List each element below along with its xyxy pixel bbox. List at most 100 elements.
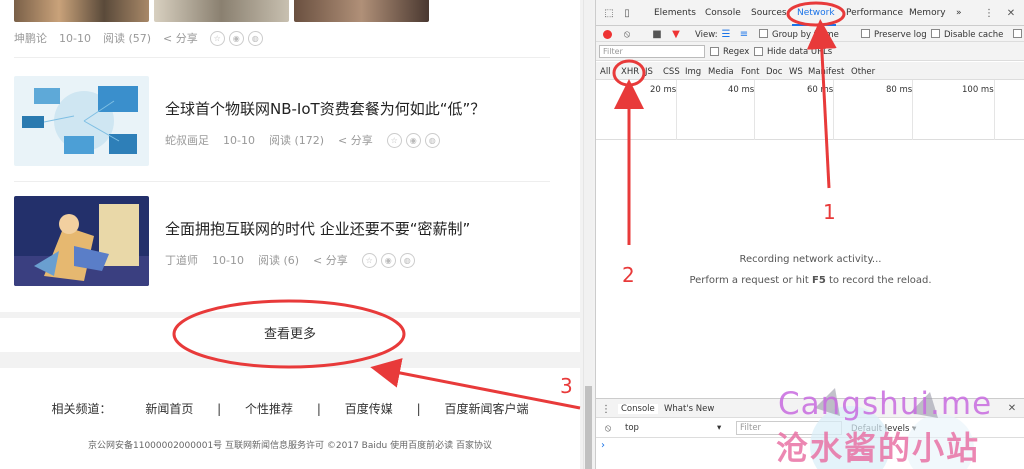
recording-message: Recording network activity...	[739, 254, 882, 265]
capture-screenshots-icon[interactable]: ■	[651, 28, 663, 40]
top-item-images[interactable]	[14, 0, 429, 22]
tab-sources[interactable]: Sources	[751, 8, 787, 18]
close-icon[interactable]: ✕	[1004, 6, 1018, 20]
news-feed: 坤鹏论 10-10 阅读 (57) < 分享 ☆ ◉ ◍ 全球首个物联网NB-I…	[0, 0, 580, 312]
tab-memory[interactable]: Memory	[909, 8, 946, 18]
record-icon[interactable]	[601, 28, 613, 40]
context-select[interactable]: top ▾	[622, 421, 728, 435]
gridline	[994, 80, 995, 140]
regex-checkbox[interactable]	[710, 47, 719, 56]
footer-link[interactable]: 百度新闻客户端	[444, 402, 528, 416]
type-ws[interactable]: WS	[789, 67, 803, 77]
top-item-image-1[interactable]	[14, 0, 149, 22]
share-button[interactable]: < 分享	[163, 30, 198, 46]
news-meta: 丁道师 10-10 阅读 (6) < 分享 ☆ ◉ ◍	[165, 252, 419, 268]
type-css[interactable]: CSS	[663, 67, 680, 77]
type-img[interactable]: Img	[685, 67, 701, 77]
news-item[interactable]: 全球首个物联网NB-IoT资费套餐为何如此“低”？ 蛇叔画足 10-10 阅读 …	[14, 76, 552, 166]
footer-separator: |	[217, 402, 222, 416]
watermark-line1: Cangshui.me	[778, 386, 993, 422]
type-manifest[interactable]: Manifest	[808, 67, 844, 77]
type-xhr[interactable]: XHR	[621, 67, 639, 77]
type-media[interactable]: Media	[708, 67, 734, 77]
top-item-meta: 坤鹏论 10-10 阅读 (57) < 分享 ☆ ◉ ◍	[14, 30, 267, 46]
regex-label: Regex	[723, 47, 750, 57]
preserve-log-label: Preserve log	[874, 30, 927, 40]
timeline-tick: 20 ms	[650, 85, 677, 95]
favorite-icon[interactable]: ☆	[209, 30, 225, 46]
load-more-button[interactable]: 查看更多	[0, 318, 580, 352]
share-label: 分享	[175, 32, 198, 45]
tab-console[interactable]: Console	[705, 8, 741, 18]
device-toolbar-icon[interactable]: ▯	[620, 6, 634, 20]
type-js[interactable]: JS	[645, 67, 653, 77]
hide-data-urls-checkbox[interactable]	[754, 47, 763, 56]
clear-icon[interactable]: ⦸	[621, 28, 633, 40]
wechat-icon[interactable]: ◍	[399, 252, 415, 268]
filter-input[interactable]: Filter	[599, 45, 705, 58]
top-item-image-2[interactable]	[154, 0, 289, 22]
type-other[interactable]: Other	[851, 67, 875, 77]
date: 10-10	[59, 31, 91, 45]
timeline-tick: 80 ms	[886, 85, 913, 95]
share-label: 分享	[350, 134, 373, 147]
offline-checkbox[interactable]	[1013, 29, 1022, 38]
filter-row: Filter Regex Hide data URLs	[596, 42, 1024, 61]
type-doc[interactable]: Doc	[766, 67, 782, 77]
read-count: 阅读 (6)	[257, 254, 300, 267]
weibo-icon[interactable]: ◉	[405, 132, 421, 148]
share-button[interactable]: < 分享	[338, 132, 373, 148]
author[interactable]: 蛇叔画足	[165, 132, 209, 148]
footer-nav-label: 相关频道：	[51, 402, 112, 416]
author[interactable]: 坤鹏论	[14, 30, 47, 46]
tab-elements[interactable]: Elements	[654, 8, 696, 18]
weibo-icon[interactable]: ◉	[228, 30, 244, 46]
disable-cache-checkbox[interactable]	[931, 29, 940, 38]
large-rows-icon[interactable]: ☰	[720, 28, 732, 40]
favorite-icon[interactable]: ☆	[386, 132, 402, 148]
footer-separator: |	[416, 402, 421, 416]
kebab-menu-icon[interactable]: ⋮	[984, 6, 994, 20]
tab-performance[interactable]: Performance	[846, 8, 903, 18]
drawer-menu-icon[interactable]: ⋮	[601, 403, 611, 415]
inspect-element-icon[interactable]: ⬚	[602, 6, 616, 20]
author[interactable]: 丁道师	[165, 252, 198, 268]
news-thumbnail[interactable]	[14, 196, 149, 286]
favorite-icon[interactable]: ☆	[361, 252, 377, 268]
news-title[interactable]: 全面拥抱互联网的时代 企业还要不要“密薪制”	[165, 218, 470, 239]
chevron-down-icon: ▾	[717, 423, 722, 433]
watermark-line2: 沧水酱的小站	[776, 429, 981, 467]
filter-icon[interactable]: ▼	[670, 28, 682, 40]
drawer-tab-whats-new[interactable]: What's New	[664, 404, 714, 414]
weibo-icon[interactable]: ◉	[380, 252, 396, 268]
view-label: View:	[695, 30, 718, 40]
timeline-tick: 100 ms	[962, 85, 994, 95]
devtools-tabbar: ⬚ ▯ Elements Console Sources Network Per…	[596, 0, 1024, 26]
footer-link[interactable]: 新闻首页	[145, 402, 193, 416]
preserve-log-checkbox[interactable]	[861, 29, 870, 38]
clear-console-icon[interactable]: ⦸	[602, 422, 614, 434]
wechat-icon[interactable]: ◍	[424, 132, 440, 148]
news-item[interactable]: 全面拥抱互联网的时代 企业还要不要“密薪制” 丁道师 10-10 阅读 (6) …	[14, 196, 552, 286]
group-by-frame-checkbox[interactable]	[759, 29, 768, 38]
share-button[interactable]: < 分享	[313, 252, 348, 268]
console-prompt[interactable]: ›	[601, 440, 605, 451]
wechat-icon[interactable]: ◍	[247, 30, 263, 46]
reload-hint: Perform a request or hit F5 to record th…	[596, 275, 1024, 286]
context-value: top	[625, 423, 639, 433]
drawer-tab-console[interactable]: Console	[618, 404, 658, 414]
page-scrollbar-thumb[interactable]	[585, 386, 592, 469]
type-all[interactable]: All	[600, 67, 611, 77]
hide-data-urls-label: Hide data URLs	[767, 47, 833, 57]
disable-cache-label: Disable cache	[944, 30, 1004, 40]
tab-network[interactable]: Network	[797, 8, 835, 18]
footer-link[interactable]: 个性推荐	[245, 402, 293, 416]
overview-icon[interactable]: ≡	[738, 28, 750, 40]
more-tabs-button[interactable]: »	[956, 8, 962, 18]
news-title[interactable]: 全球首个物联网NB-IoT资费套餐为何如此“低”？	[165, 98, 485, 119]
news-thumbnail[interactable]	[14, 76, 149, 166]
type-font[interactable]: Font	[741, 67, 760, 77]
network-timeline[interactable]: 20 ms 40 ms 60 ms 80 ms 100 ms	[596, 80, 1024, 140]
footer-link[interactable]: 百度传媒	[345, 402, 393, 416]
top-item-image-3[interactable]	[294, 0, 429, 22]
